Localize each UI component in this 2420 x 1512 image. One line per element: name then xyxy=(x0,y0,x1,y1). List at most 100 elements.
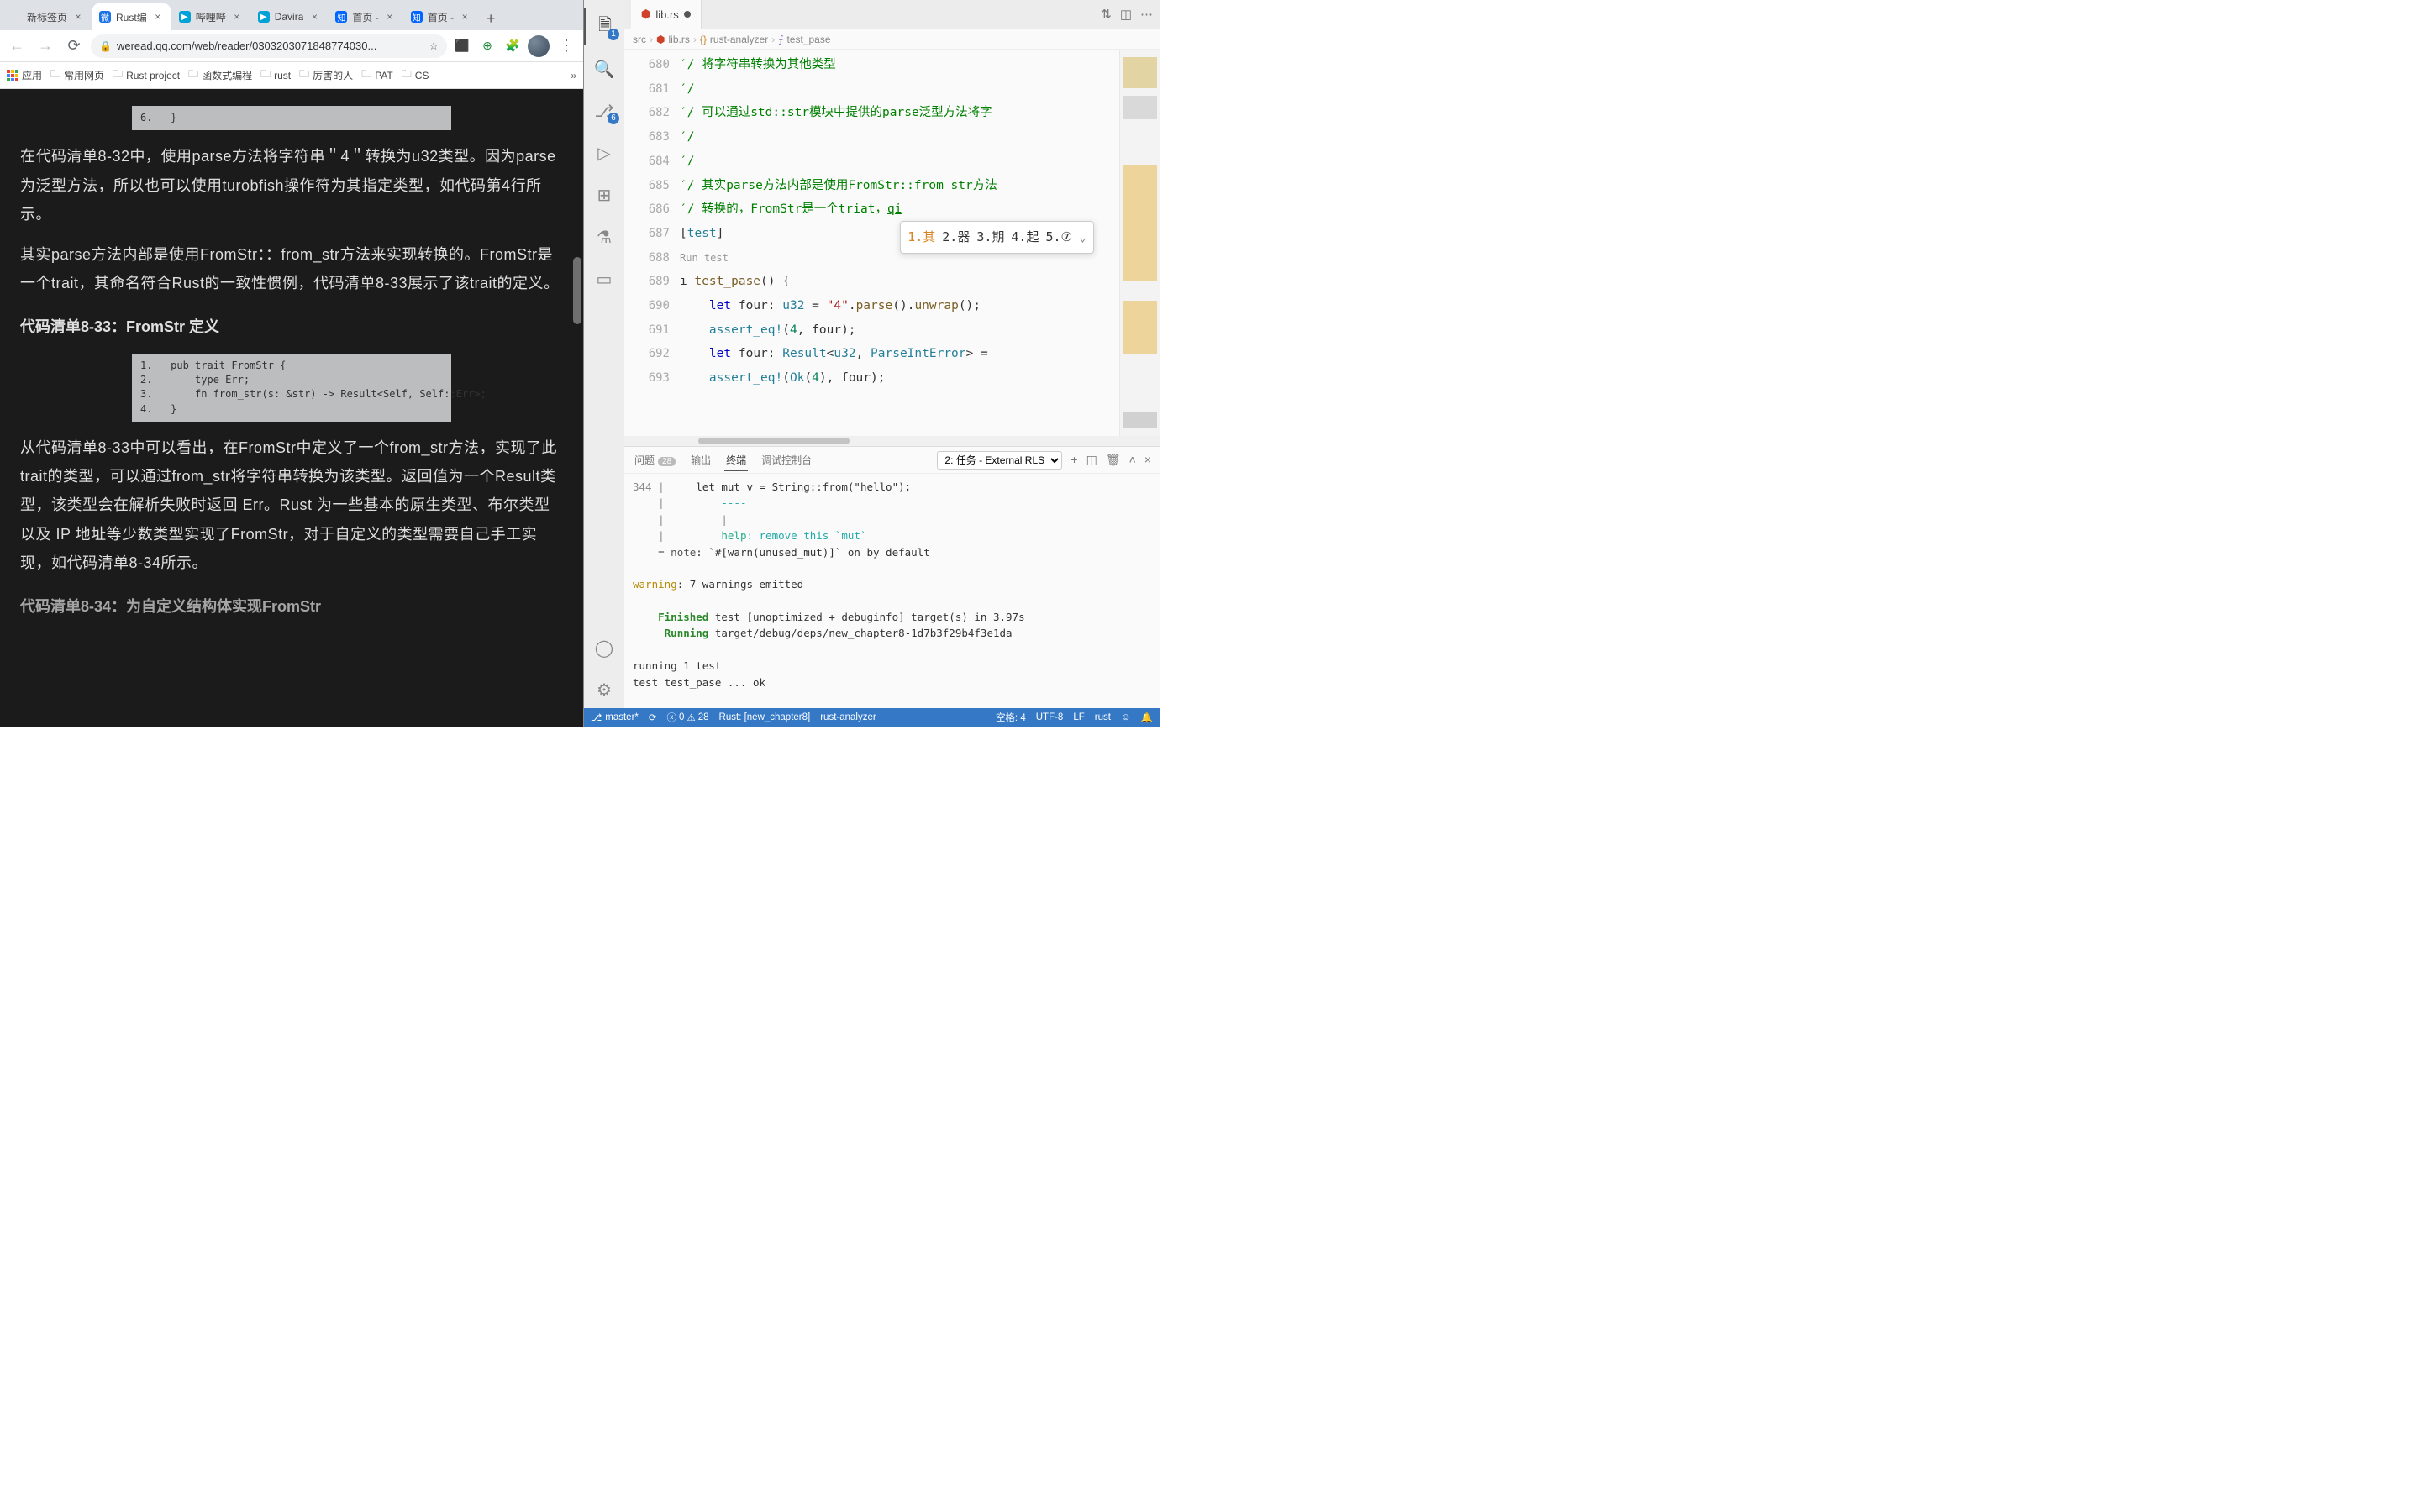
extension-icon[interactable]: ⬛ xyxy=(452,36,472,56)
terminal-task-select[interactable]: 2: 任务 - External RLS xyxy=(937,451,1062,470)
branch-status[interactable]: ⎇master* xyxy=(591,711,639,723)
trash-icon[interactable]: 🗑 xyxy=(1106,453,1121,467)
more-icon[interactable]: ⋯ xyxy=(1140,7,1153,22)
testing-icon[interactable]: ⚗ xyxy=(584,218,624,255)
browser-tab[interactable]: ▶ Davira × xyxy=(251,3,328,30)
close-icon[interactable]: × xyxy=(384,11,396,23)
encoding-status[interactable]: UTF-8 xyxy=(1036,712,1064,722)
browser-tab[interactable]: 知 首页 - × xyxy=(404,3,477,30)
split-terminal-icon[interactable]: ◫ xyxy=(1086,453,1097,467)
panel-tab-debug-console[interactable]: 调试控制台 xyxy=(760,449,813,470)
browser-navbar: ← → ⟳ 🔒 weread.qq.com/web/reader/0303203… xyxy=(0,30,583,62)
breadcrumb[interactable]: src› ⬢ lib.rs› {} rust-analyzer› ⨍ test_… xyxy=(624,29,1160,50)
codelens-run-test[interactable]: Run test xyxy=(680,252,729,264)
bookmark-folder[interactable]: 🗀PAT xyxy=(361,66,393,84)
chevron-down-icon[interactable]: ⌄ xyxy=(1079,225,1086,249)
ime-composition: qi xyxy=(887,202,902,216)
editor-body[interactable]: 680 681 682 683 684 685 686 687 688 689 … xyxy=(624,50,1160,436)
profile-avatar[interactable] xyxy=(528,35,550,57)
scrollbar-thumb[interactable] xyxy=(573,257,581,324)
code-area[interactable]: ′/ 将字符串转换为其他类型 ′/ ′/ 可以通过std::str模块中提供的p… xyxy=(680,50,1119,436)
panel-tab-terminal[interactable]: 终端 xyxy=(724,449,748,470)
forward-button[interactable]: → xyxy=(34,34,57,58)
new-tab-button[interactable]: + xyxy=(479,7,502,30)
close-icon[interactable]: × xyxy=(308,11,320,23)
apps-button[interactable]: 应用 xyxy=(7,68,42,82)
reload-button[interactable]: ⟳ xyxy=(62,34,86,58)
sync-status[interactable]: ⟳ xyxy=(649,711,657,723)
account-icon[interactable]: ◯ xyxy=(584,629,624,666)
panel-tab-problems[interactable]: 问题28 xyxy=(633,449,677,470)
notifications-icon[interactable]: 🔔 xyxy=(1141,711,1153,723)
close-icon[interactable]: × xyxy=(152,11,164,23)
ime-candidate[interactable]: 2.器 xyxy=(942,225,970,249)
browser-tab[interactable]: 知 首页 - × xyxy=(329,3,402,30)
folder-icon: 🗀 xyxy=(402,66,412,84)
reader-content[interactable]: 6. } 在代码清单8-32中，使用parse方法将字符串＂4＂转换为u32类型… xyxy=(0,89,583,727)
debug-icon[interactable]: ▷ xyxy=(584,134,624,171)
paragraph: 从代码清单8-33中可以看出，在FromStr中定义了一个from_str方法，… xyxy=(20,433,563,577)
scrollbar-thumb[interactable] xyxy=(698,438,850,444)
terminal-output[interactable]: 344 | let mut v = String::from("hello");… xyxy=(624,474,1160,708)
scm-icon[interactable]: ⎇6 xyxy=(584,92,624,129)
browser-tab-active[interactable]: 微 Rust编 × xyxy=(92,3,171,30)
bookmark-label: PAT xyxy=(375,70,393,81)
bookmarks-icon[interactable]: ▭ xyxy=(584,260,624,297)
close-icon[interactable]: × xyxy=(72,11,84,23)
breadcrumb-item[interactable]: src xyxy=(633,34,646,45)
extensions-icon[interactable]: 🧩 xyxy=(502,36,523,56)
new-terminal-icon[interactable]: + xyxy=(1071,453,1077,467)
ime-candidate-popup[interactable]: 1.其 2.器 3.期 4.起 5.⑦ ⌄ xyxy=(900,221,1094,254)
minimap[interactable] xyxy=(1119,50,1160,436)
feedback-icon[interactable]: ☺ xyxy=(1121,712,1131,722)
star-icon[interactable]: ☆ xyxy=(429,39,439,53)
compare-icon[interactable]: ⇅ xyxy=(1101,7,1112,22)
ime-candidate[interactable]: 1.其 xyxy=(908,225,935,249)
ime-candidate[interactable]: 3.期 xyxy=(976,225,1004,249)
scrollbar[interactable] xyxy=(571,89,581,727)
indent-status[interactable]: 空格: 4 xyxy=(996,711,1026,724)
panel-tab-output[interactable]: 输出 xyxy=(689,449,713,470)
url-bar[interactable]: 🔒 weread.qq.com/web/reader/0303203071848… xyxy=(91,34,447,58)
language-status[interactable]: rust xyxy=(1095,712,1111,722)
folder-icon: 🗀 xyxy=(50,66,60,84)
warning-icon: ⚠ xyxy=(687,711,695,723)
browser-tab[interactable]: 新标签页 × xyxy=(3,3,91,30)
ime-candidate[interactable]: 4.起 xyxy=(1011,225,1039,249)
close-icon[interactable]: × xyxy=(459,11,471,23)
extension-icon[interactable]: ⊕ xyxy=(477,36,497,56)
favicon: 知 xyxy=(335,11,347,23)
breadcrumb-item[interactable]: test_pase xyxy=(786,34,830,45)
extensions-icon[interactable]: ⊞ xyxy=(584,176,624,213)
explorer-icon[interactable]: 🗎1 xyxy=(584,8,624,45)
favicon: 微 xyxy=(99,11,111,23)
bookmark-folder[interactable]: 🗀常用网页 xyxy=(50,66,104,84)
bookmark-folder[interactable]: 🗀厉害的人 xyxy=(299,66,353,84)
breadcrumb-item[interactable]: rust-analyzer xyxy=(710,34,768,45)
browser-tab[interactable]: ▶ 哔哩哔 × xyxy=(172,3,250,30)
settings-icon[interactable]: ⚙ xyxy=(584,671,624,708)
menu-icon[interactable]: ⋮ xyxy=(555,34,578,58)
bookmark-folder[interactable]: 🗀函数式编程 xyxy=(188,66,252,84)
bookmark-folder[interactable]: 🗀rust xyxy=(260,66,291,84)
search-icon[interactable]: 🔍 xyxy=(584,50,624,87)
close-icon[interactable]: × xyxy=(231,11,243,23)
editor-tab[interactable]: ⬢ lib.rs xyxy=(631,0,702,29)
folder-icon: 🗀 xyxy=(260,66,271,84)
bookmark-label: CS xyxy=(415,70,429,81)
eol-status[interactable]: LF xyxy=(1073,712,1084,722)
rust-analyzer-status[interactable]: rust-analyzer xyxy=(820,712,876,722)
ime-candidate[interactable]: 5.⑦ xyxy=(1045,225,1072,249)
close-icon[interactable]: × xyxy=(1144,453,1151,467)
line-numbers: 680 681 682 683 684 685 686 687 688 689 … xyxy=(624,50,680,436)
rust-project-status[interactable]: Rust: [new_chapter8] xyxy=(719,712,811,722)
bookmark-folder[interactable]: 🗀Rust project xyxy=(113,66,180,84)
bookmarks-overflow[interactable]: » xyxy=(571,70,576,81)
back-button[interactable]: ← xyxy=(5,34,29,58)
bookmark-folder[interactable]: 🗀CS xyxy=(402,66,429,84)
horizontal-scrollbar[interactable] xyxy=(624,436,1160,446)
problems-status[interactable]: ⓧ0 ⚠28 xyxy=(667,711,709,724)
chevron-up-icon[interactable]: ˄ xyxy=(1129,453,1136,467)
breadcrumb-item[interactable]: lib.rs xyxy=(668,34,689,45)
split-icon[interactable]: ◫ xyxy=(1120,7,1132,22)
